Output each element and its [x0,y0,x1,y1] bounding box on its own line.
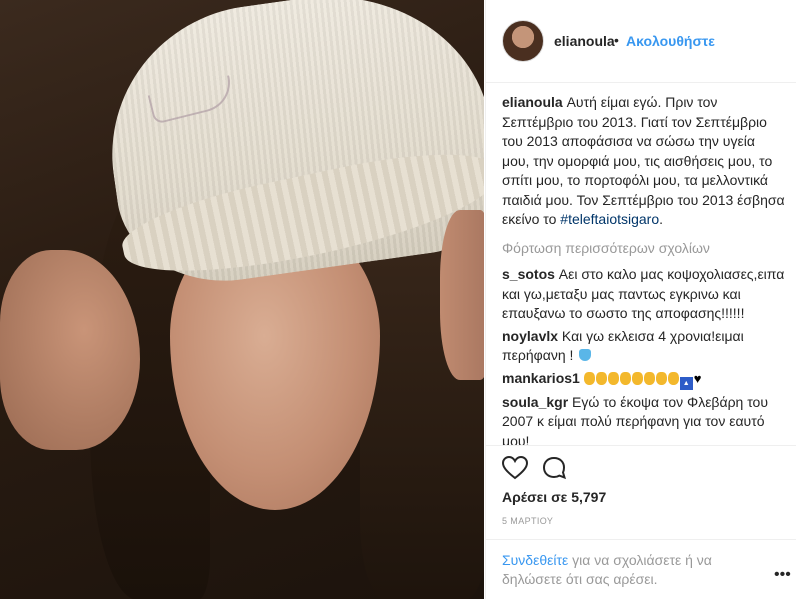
clap-emoji-icon [643,371,655,385]
caption-hashtag[interactable]: #teleftaiotsigaro [560,211,659,227]
header-separator: • [614,32,619,48]
divider [486,445,796,446]
comment-username[interactable]: soula_kgr [502,394,568,410]
load-more-comments[interactable]: Φόρτωση περισσότερων σχολίων [502,239,786,259]
divider [486,539,796,540]
heart-outline-icon[interactable] [502,456,528,480]
login-link[interactable]: Συνδεθείτε [502,552,568,568]
clap-emoji-icon [631,371,643,385]
likes-count[interactable]: Αρέσει σε 5,797 [502,489,606,505]
post-photo[interactable] [0,0,484,599]
post-sidebar: elianoula • Ακολουθήστε elianoula Αυτή ε… [485,0,796,599]
header-username[interactable]: elianoula [554,33,615,49]
post-header: elianoula • Ακολουθήστε [486,0,796,83]
login-prompt: Συνδεθείτε για να σχολιάσετε ή να δηλώσε… [502,551,742,589]
ok-hand-emoji-icon [619,371,631,385]
top-emoji-icon: ▲ [679,376,693,390]
comment-bubble-icon[interactable] [542,456,568,480]
more-options-icon[interactable]: ••• [774,566,791,584]
avatar[interactable] [502,20,544,62]
comments-list[interactable]: elianoula Αυτή είμαι εγώ. Πριν τον Σεπτέ… [502,93,786,445]
ok-hand-emoji-icon [607,371,619,385]
caption-username[interactable]: elianoula [502,94,563,110]
caption: elianoula Αυτή είμαι εγώ. Πριν τον Σεπτέ… [502,93,786,230]
black-heart-emoji-icon: ♥ [693,370,702,386]
comment-item: mankarios1 ▲ ♥ [502,369,786,390]
ok-hand-emoji-icon [595,371,607,385]
follow-button[interactable]: Ακολουθήστε [626,33,715,49]
clap-emoji-icon [655,371,667,385]
comment-username[interactable]: mankarios1 [502,370,580,386]
caption-text: Αυτή είμαι εγώ. Πριν τον Σεπτέμβριο του … [502,94,785,227]
ok-hand-emoji-icon [583,371,595,385]
comment-item: soula_kgr Εγώ το έκοψα τον Φλεβάρη του 2… [502,393,786,446]
photo-hand-right [440,210,484,380]
comment-item: s_sotos Αει στο καλο μας κοψοχολιασες,ει… [502,265,786,324]
caption-end: . [659,211,664,227]
blue-heart-emoji-icon [579,349,592,361]
comment-item: noylavlx Και γω εκλεισα 4 χρονια!ειμαι π… [502,327,786,366]
post-date[interactable]: 5 ΜΑΡΤΙΟΥ [502,516,553,526]
comment-username[interactable]: noylavlx [502,328,558,344]
comment-username[interactable]: s_sotos [502,266,555,282]
clap-emoji-icon [667,371,679,385]
